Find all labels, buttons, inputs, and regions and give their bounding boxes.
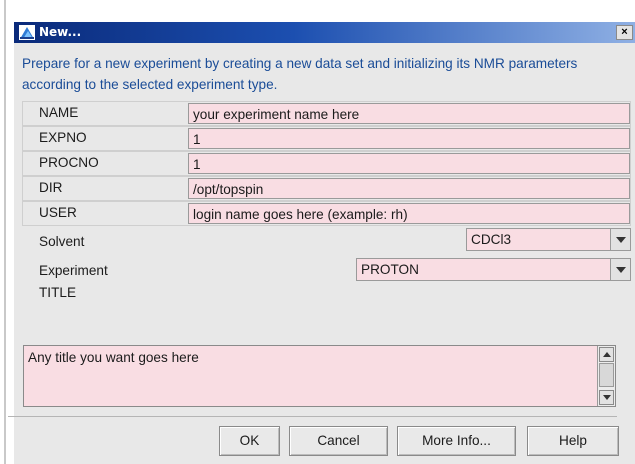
cancel-button[interactable]: Cancel xyxy=(289,426,388,456)
title-bar[interactable]: New... × xyxy=(14,22,635,43)
name-label: NAME xyxy=(39,105,79,120)
chevron-down-icon[interactable] xyxy=(610,259,630,280)
expno-field[interactable]: 1 xyxy=(188,128,630,149)
procno-label: PROCNO xyxy=(39,155,99,170)
title-scrollbar[interactable] xyxy=(597,346,615,406)
experiment-label: Experiment xyxy=(39,263,108,278)
more-info-button[interactable]: More Info... xyxy=(397,426,516,456)
title-value: Any title you want goes here xyxy=(28,350,199,365)
name-field[interactable]: your experiment name here xyxy=(188,103,630,124)
close-icon[interactable]: × xyxy=(616,25,633,40)
scroll-up-icon[interactable] xyxy=(599,347,614,362)
left-border xyxy=(4,0,6,464)
intro-text: Prepare for a new experiment by creating… xyxy=(22,56,578,92)
title-label: TITLE xyxy=(39,285,77,300)
chevron-down-icon[interactable] xyxy=(610,229,630,250)
dir-label: DIR xyxy=(39,180,63,195)
app-icon xyxy=(19,25,35,40)
user-label: USER xyxy=(39,205,77,220)
dir-field[interactable]: /opt/topspin xyxy=(188,178,630,199)
button-separator xyxy=(8,416,617,417)
solvent-value: CDCl3 xyxy=(471,232,512,247)
solvent-select[interactable]: CDCl3 xyxy=(466,228,631,251)
scroll-down-icon[interactable] xyxy=(599,390,614,405)
procno-field[interactable]: 1 xyxy=(188,153,630,174)
help-button[interactable]: Help xyxy=(527,426,619,456)
experiment-select[interactable]: PROTON xyxy=(356,258,631,281)
title-textarea[interactable]: Any title you want goes here xyxy=(23,345,616,407)
user-field[interactable]: login name goes here (example: rh) xyxy=(188,203,630,224)
experiment-value: PROTON xyxy=(361,262,419,277)
expno-label: EXPNO xyxy=(39,130,87,145)
ok-button[interactable]: OK xyxy=(219,426,280,456)
scroll-thumb[interactable] xyxy=(599,363,614,387)
window-title: New... xyxy=(39,25,82,39)
solvent-label: Solvent xyxy=(39,234,85,249)
